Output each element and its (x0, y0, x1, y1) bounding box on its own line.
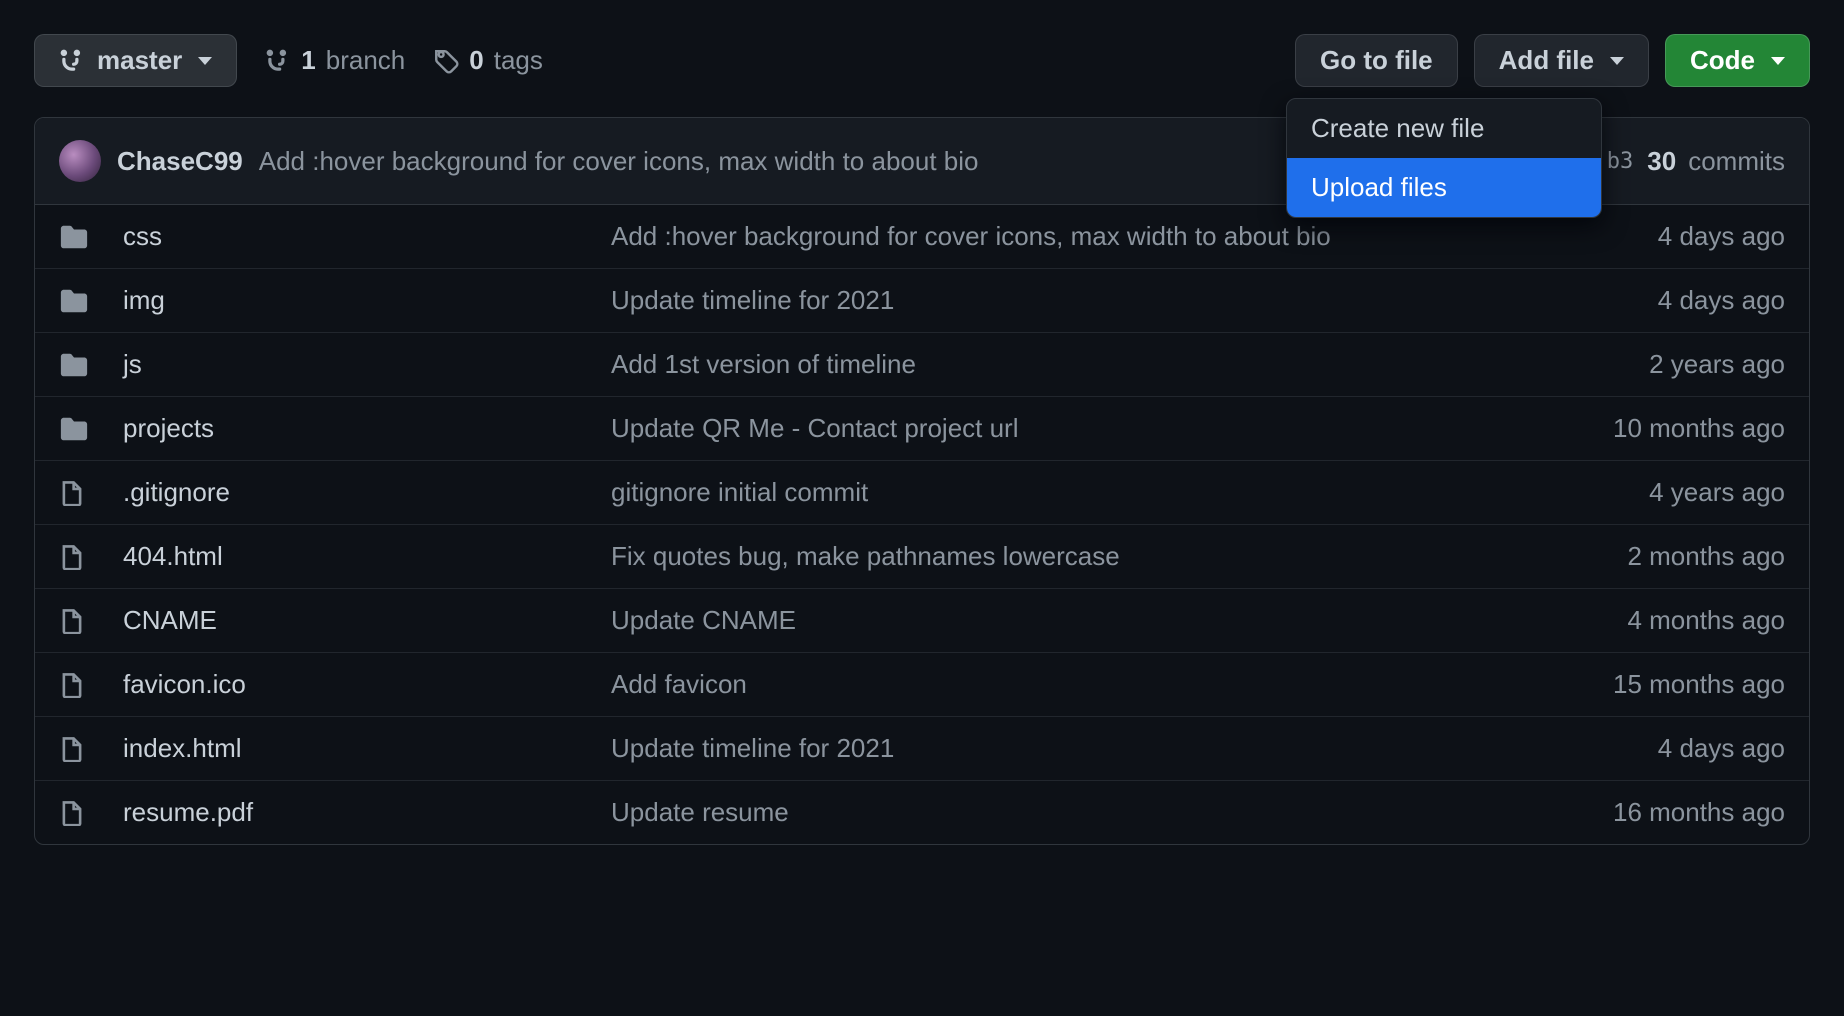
table-row: js Add 1st version of timeline 2 years ago (35, 332, 1809, 396)
commit-hash-partial: b3 (1607, 149, 1634, 174)
file-name[interactable]: index.html (123, 733, 603, 764)
file-icon (59, 480, 115, 506)
file-icon (59, 736, 115, 762)
file-name[interactable]: css (123, 221, 603, 252)
commits-link[interactable]: b3 30 commits (1591, 146, 1785, 177)
dropdown-upload-files[interactable]: Upload files (1287, 158, 1601, 217)
file-name[interactable]: favicon.ico (123, 669, 603, 700)
file-time: 4 months ago (1525, 605, 1785, 636)
commit-author[interactable]: ChaseC99 (117, 146, 243, 177)
commits-count: 30 (1647, 146, 1676, 177)
file-icon (59, 544, 115, 570)
file-commit-message[interactable]: Update QR Me - Contact project url (611, 413, 1517, 444)
caret-down-icon (1771, 57, 1785, 65)
add-file-dropdown: Create new file Upload files (1286, 98, 1602, 218)
go-to-file-button[interactable]: Go to file (1295, 34, 1458, 87)
file-name[interactable]: js (123, 349, 603, 380)
folder-icon (59, 286, 115, 316)
file-time: 16 months ago (1525, 797, 1785, 828)
file-time: 4 years ago (1525, 477, 1785, 508)
file-name[interactable]: CNAME (123, 605, 603, 636)
table-row: favicon.ico Add favicon 15 months ago (35, 652, 1809, 716)
add-file-label: Add file (1499, 45, 1594, 76)
repo-toolbar: master 1 branch 0 tags Go to file Add fi… (34, 34, 1810, 87)
branch-count-label: branch (326, 45, 406, 76)
table-row: projects Update QR Me - Contact project u… (35, 396, 1809, 460)
avatar[interactable] (59, 140, 101, 182)
branch-name: master (97, 45, 182, 76)
file-commit-message[interactable]: gitignore initial commit (611, 477, 1517, 508)
table-row: resume.pdf Update resume 16 months ago (35, 780, 1809, 844)
folder-icon (59, 414, 115, 444)
file-commit-message[interactable]: Update resume (611, 797, 1517, 828)
file-commit-message[interactable]: Update timeline for 2021 (611, 733, 1517, 764)
file-name[interactable]: .gitignore (123, 477, 603, 508)
file-time: 4 days ago (1525, 733, 1785, 764)
table-row: 404.html Fix quotes bug, make pathnames l… (35, 524, 1809, 588)
add-file-button[interactable]: Add file (1474, 34, 1649, 87)
file-time: 4 days ago (1525, 285, 1785, 316)
go-to-file-label: Go to file (1320, 45, 1433, 76)
file-rows: css Add :hover background for cover icons… (35, 205, 1809, 844)
file-name[interactable]: img (123, 285, 603, 316)
git-branch-icon (59, 48, 85, 74)
tag-icon (433, 48, 459, 74)
folder-icon (59, 350, 115, 380)
code-label: Code (1690, 45, 1755, 76)
file-commit-message[interactable]: Add :hover background for cover icons, m… (611, 221, 1517, 252)
table-row: img Update timeline for 2021 4 days ago (35, 268, 1809, 332)
caret-down-icon (198, 57, 212, 65)
toolbar-left: master 1 branch 0 tags (34, 34, 1271, 87)
file-commit-message[interactable]: Update CNAME (611, 605, 1517, 636)
file-commit-message[interactable]: Update timeline for 2021 (611, 285, 1517, 316)
file-commit-message[interactable]: Add 1st version of timeline (611, 349, 1517, 380)
file-name[interactable]: resume.pdf (123, 797, 603, 828)
folder-icon (59, 222, 115, 252)
file-list-box: ChaseC99 Add :hover background for cover… (34, 117, 1810, 845)
file-time: 2 years ago (1525, 349, 1785, 380)
table-row: index.html Update timeline for 2021 4 days… (35, 716, 1809, 780)
file-icon (59, 672, 115, 698)
git-branch-icon (265, 48, 291, 74)
dropdown-create-new-file[interactable]: Create new file (1287, 99, 1601, 158)
code-button[interactable]: Code (1665, 34, 1810, 87)
file-icon (59, 608, 115, 634)
file-name[interactable]: 404.html (123, 541, 603, 572)
table-row: CNAME Update CNAME 4 months ago (35, 588, 1809, 652)
file-name[interactable]: projects (123, 413, 603, 444)
tag-count-link[interactable]: 0 tags (433, 45, 543, 76)
file-time: 15 months ago (1525, 669, 1785, 700)
commits-label: commits (1688, 146, 1785, 177)
tag-count: 0 (469, 45, 483, 76)
tag-count-label: tags (494, 45, 543, 76)
caret-down-icon (1610, 57, 1624, 65)
file-time: 2 months ago (1525, 541, 1785, 572)
file-time: 4 days ago (1525, 221, 1785, 252)
file-commit-message[interactable]: Fix quotes bug, make pathnames lowercase (611, 541, 1517, 572)
branch-count: 1 (301, 45, 315, 76)
file-icon (59, 800, 115, 826)
branch-count-link[interactable]: 1 branch (265, 45, 405, 76)
file-time: 10 months ago (1525, 413, 1785, 444)
file-commit-message[interactable]: Add favicon (611, 669, 1517, 700)
table-row: .gitignore gitignore initial commit 4 year… (35, 460, 1809, 524)
toolbar-right: Go to file Add file Code Create new file… (1295, 34, 1810, 87)
branch-select-button[interactable]: master (34, 34, 237, 87)
